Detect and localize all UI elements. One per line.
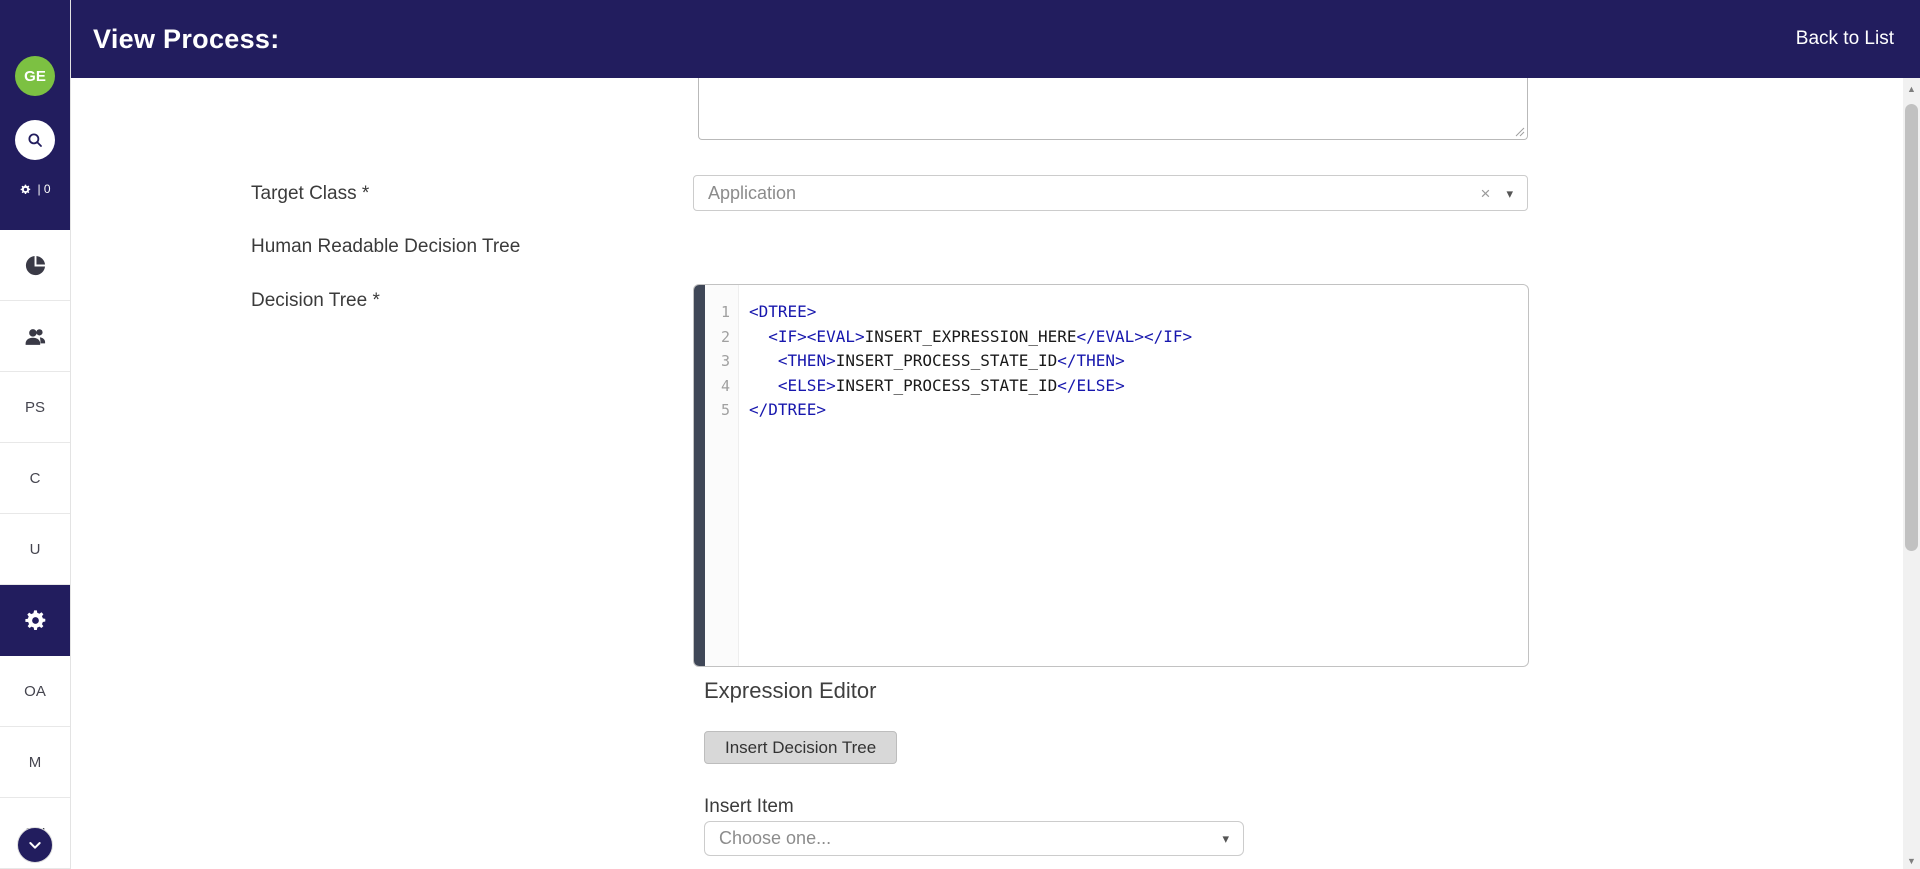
header: View Process: Back to List [71,0,1920,78]
decision-tree-label: Decision Tree * [251,290,380,311]
target-class-label: Target Class * [251,183,370,204]
sidebar-nav: PS C U OA M SU [0,230,70,869]
clear-icon[interactable]: × [1481,185,1491,202]
avatar[interactable]: GE [15,56,55,96]
insert-item-select[interactable]: Choose one... ▾ [704,821,1244,856]
scroll-down-button[interactable]: ▼ [1903,852,1920,869]
target-class-select[interactable]: Application × ▾ [693,175,1528,211]
decision-tree-editor[interactable]: 12345 <DTREE> <IF><EVAL>INSERT_EXPRESSIO… [693,284,1529,667]
sidebar-item-users[interactable] [0,301,70,372]
expression-editor-heading: Expression Editor [704,678,877,703]
sidebar-item-label: PS [24,398,45,416]
main-content: Target Class * Application × ▾ Human Rea… [71,78,1903,869]
code-lines[interactable]: <DTREE> <IF><EVAL>INSERT_EXPRESSION_HERE… [739,285,1528,666]
editor-drag-bar [694,285,705,666]
sidebar-item-oa[interactable]: OA [0,656,70,727]
sidebar-item-settings[interactable] [0,585,70,656]
scrollbar-thumb[interactable] [1905,104,1918,551]
resize-grip-icon [1515,127,1525,137]
sidebar-item-label: U [29,540,41,558]
target-class-value: Application [708,182,797,203]
sidebar: GE | 0 PS C U OA M [0,0,71,869]
sidebar-item-ps[interactable]: PS [0,372,70,443]
search-icon [28,133,42,147]
sidebar-top: GE | 0 [0,0,70,230]
caret-down-icon: ▾ [1222,831,1229,846]
scroll-up-button[interactable]: ▲ [1903,80,1920,97]
users-icon [25,328,45,345]
collapse-button[interactable] [17,827,53,863]
screen: GE | 0 PS C U OA M View Process: Back to… [0,0,1920,869]
back-to-list-link[interactable]: Back to List [1796,28,1894,50]
insert-item-label: Insert Item [704,796,794,817]
sidebar-item-label: OA [24,682,46,700]
counter-label: | 0 [37,182,51,196]
insert-decision-tree-button[interactable]: Insert Decision Tree [704,731,898,764]
sidebar-item-label: C [29,469,41,487]
pie-chart-icon [25,255,45,275]
sidebar-item-m[interactable]: M [0,727,70,798]
code-gutter: 12345 [705,285,739,666]
description-textarea[interactable] [698,78,1528,140]
caret-down-icon: ▾ [1506,185,1513,201]
human-readable-label: Human Readable Decision Tree [251,236,521,257]
notification-counter[interactable]: | 0 [19,182,51,196]
search-button[interactable] [15,120,55,160]
gear-small-icon [21,184,31,194]
chevron-down-icon [29,842,41,849]
sidebar-item-u[interactable]: U [0,514,70,585]
scrollbar[interactable]: ▲ ▼ [1903,78,1920,869]
gear-icon [24,610,45,630]
sidebar-item-label: M [28,753,42,771]
insert-item-value: Choose one... [719,828,832,848]
page-title: View Process: [93,23,280,54]
sidebar-item-c[interactable]: C [0,443,70,514]
sidebar-item-reports[interactable] [0,230,70,301]
